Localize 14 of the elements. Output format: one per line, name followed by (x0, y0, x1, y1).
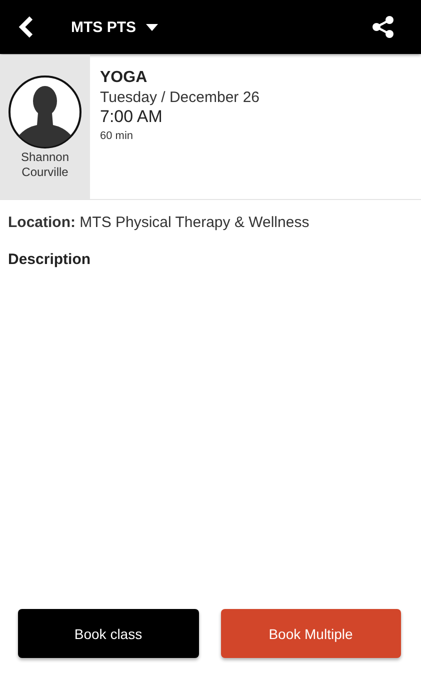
caret-icon[interactable] (146, 24, 158, 30)
class-date: Tuesday / December 26 (100, 89, 260, 106)
location-text: Location: MTS Physical Therapy & Wellness (8, 214, 310, 231)
class-time: 7:00 AM (100, 107, 164, 127)
book-button[interactable]: Book class (18, 609, 198, 658)
gym-selector[interactable]: MTS PTS (71, 18, 136, 36)
class-duration: 60 min (100, 130, 134, 142)
class-title: YOGA (100, 69, 148, 87)
description-heading: Description (8, 251, 92, 268)
book-button[interactable]: Book Multiple (220, 609, 401, 658)
share-icon[interactable] (371, 15, 395, 39)
back-icon[interactable] (18, 16, 34, 38)
instructor-name: Shannon Courville (20, 150, 70, 180)
avatar-icon (8, 75, 82, 149)
